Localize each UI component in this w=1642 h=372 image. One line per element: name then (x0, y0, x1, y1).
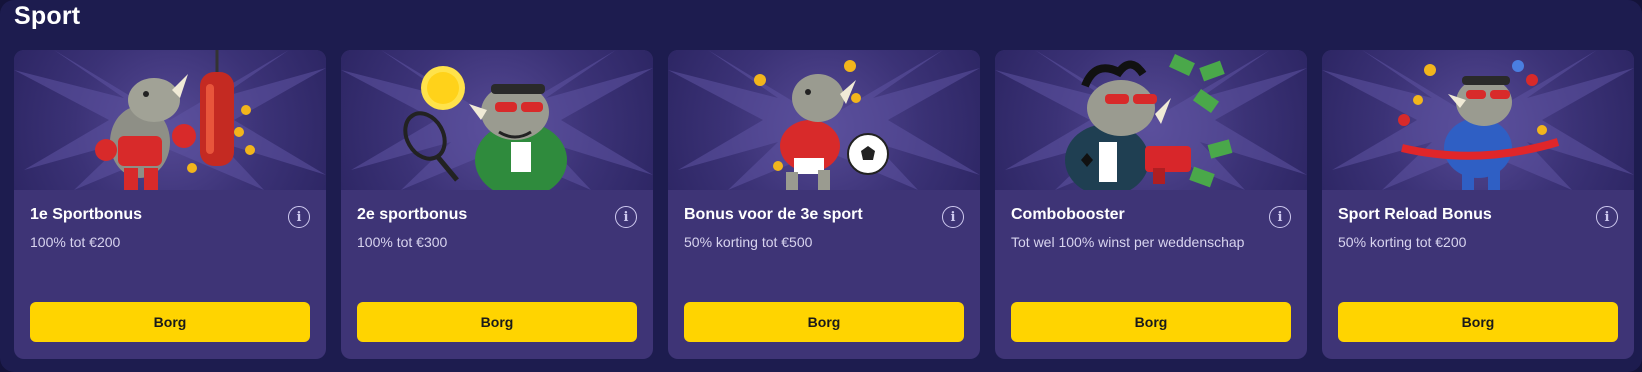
section-title: Sport (14, 2, 81, 30)
info-icon[interactable]: i (1596, 206, 1618, 228)
card-description: Tot wel 100% winst per weddenschap (1011, 234, 1245, 250)
bonus-card: 2e sportbonus i 100% tot €300 Borg (341, 50, 653, 359)
card-body: 2e sportbonus i 100% tot €300 Borg (341, 190, 653, 359)
card-description: 100% tot €300 (357, 234, 448, 250)
sport-section: Sport 1e Sportbonus i 100% tot €200 Borg… (0, 0, 1642, 372)
card-body: Combobooster i Tot wel 100% winst per we… (995, 190, 1307, 359)
card-description: 100% tot €200 (30, 234, 121, 250)
card-body: Bonus voor de 3e sport i 50% korting tot… (668, 190, 980, 359)
info-icon[interactable]: i (1269, 206, 1291, 228)
bonus-card: Sport Reload Bonus i 50% korting tot €20… (1322, 50, 1634, 359)
borg-button[interactable]: Borg (1011, 302, 1291, 342)
rhino-boxer-illustration (14, 50, 326, 190)
info-icon[interactable]: i (615, 206, 637, 228)
rhino-runner-illustration (1322, 50, 1634, 190)
rhino-tennis-illustration (341, 50, 653, 190)
rhino-soccer-illustration (668, 50, 980, 190)
borg-button[interactable]: Borg (30, 302, 310, 342)
card-description: 50% korting tot €200 (1338, 234, 1467, 250)
card-body: Sport Reload Bonus i 50% korting tot €20… (1322, 190, 1634, 359)
card-description: 50% korting tot €500 (684, 234, 813, 250)
card-title: Combobooster (1011, 206, 1125, 223)
card-title: Sport Reload Bonus (1338, 206, 1492, 223)
bonus-card: Combobooster i Tot wel 100% winst per we… (995, 50, 1307, 359)
borg-button[interactable]: Borg (1338, 302, 1618, 342)
info-icon[interactable]: i (942, 206, 964, 228)
borg-button[interactable]: Borg (357, 302, 637, 342)
bonus-card-list: 1e Sportbonus i 100% tot €200 Borg 2e sp… (14, 50, 1634, 359)
info-icon[interactable]: i (288, 206, 310, 228)
card-body: 1e Sportbonus i 100% tot €200 Borg (14, 190, 326, 359)
bonus-card: 1e Sportbonus i 100% tot €200 Borg (14, 50, 326, 359)
card-title: Bonus voor de 3e sport (684, 206, 863, 223)
bonus-card: Bonus voor de 3e sport i 50% korting tot… (668, 50, 980, 359)
card-title: 2e sportbonus (357, 206, 468, 223)
rhino-money-gun-illustration (995, 50, 1307, 190)
card-title: 1e Sportbonus (30, 206, 143, 223)
borg-button[interactable]: Borg (684, 302, 964, 342)
